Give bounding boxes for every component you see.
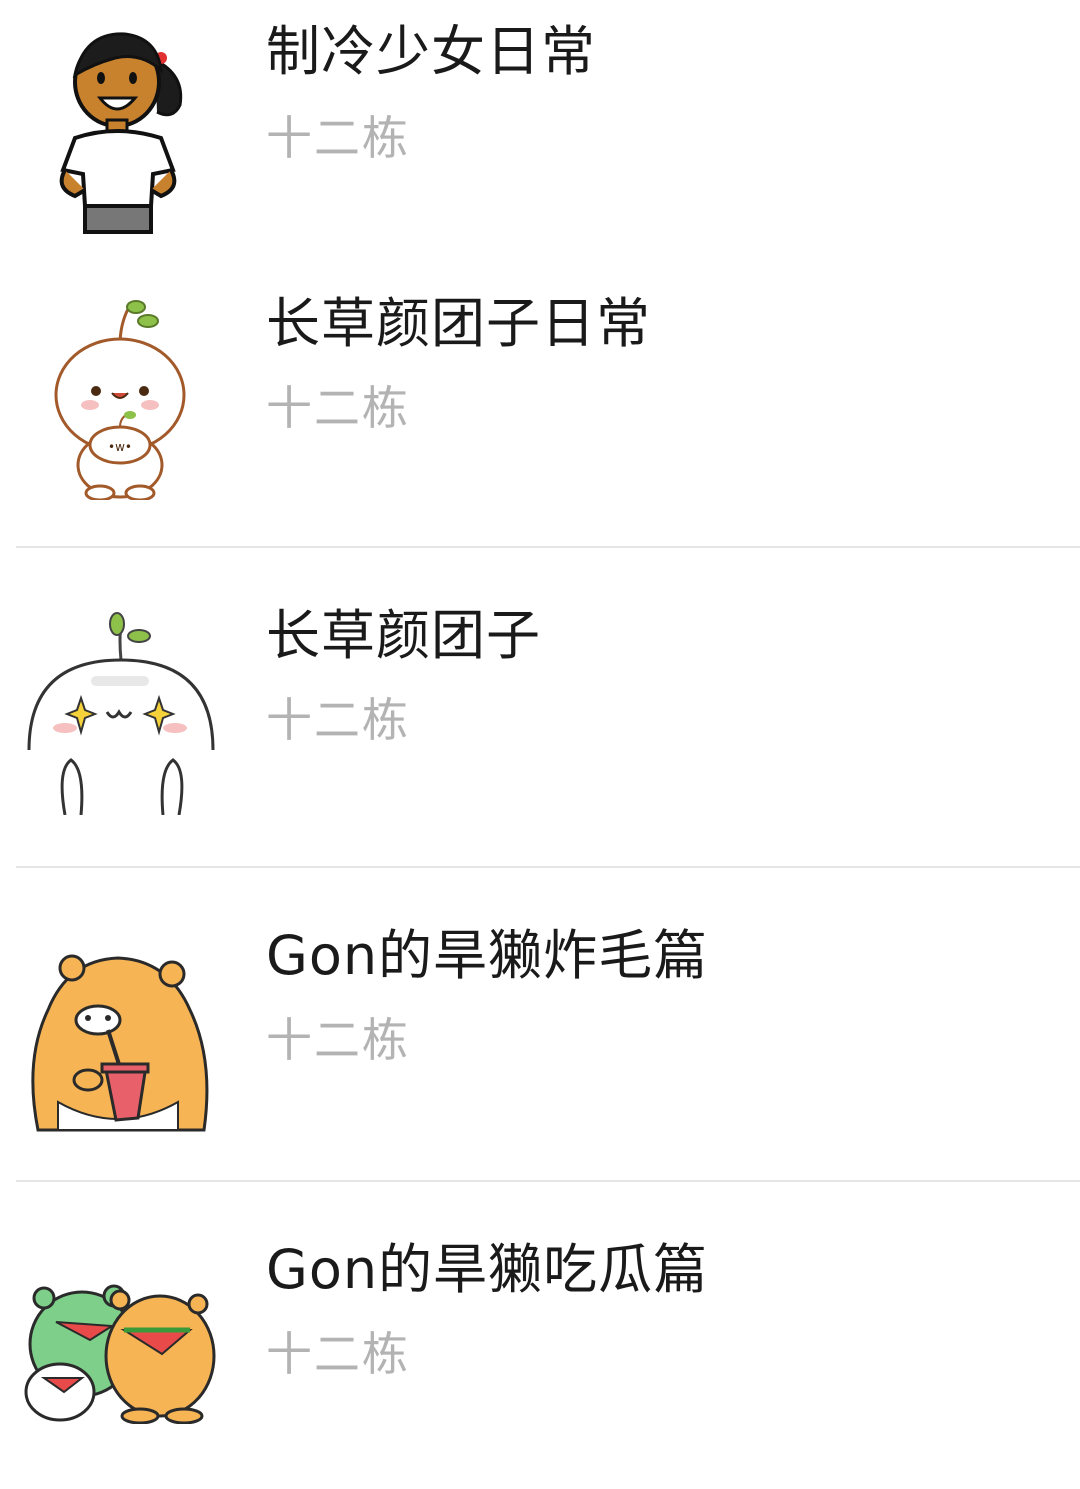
list-item[interactable]: 长草颜团子 十二栋	[0, 550, 1080, 868]
sticker-pack-author: 十二栋	[266, 693, 410, 747]
list-item[interactable]: Gon的旱獭吃瓜篇 十二栋	[0, 1184, 1080, 1489]
sticker-pack-title: Gon的旱獭炸毛篇	[266, 924, 709, 987]
sticker-pack-title: 长草颜团子	[266, 604, 541, 667]
sticker-pack-title: 制冷少女日常	[266, 20, 596, 83]
divider	[16, 866, 1080, 868]
list-item[interactable]: Gon的旱獭炸毛篇 十二栋	[0, 870, 1080, 1182]
sticker-pack-author: 十二栋	[266, 1327, 410, 1381]
divider	[16, 546, 1080, 548]
list-item[interactable]: 制冷少女日常 十二栋	[0, 0, 1080, 240]
list-item[interactable]: •w• 长草颜团子日常 十二栋	[0, 240, 1080, 548]
svg-text:•w•: •w•	[108, 440, 132, 454]
divider	[16, 1180, 1080, 1182]
sticker-pack-title: 长草颜团子日常	[266, 292, 651, 355]
sticker-pack-title: Gon的旱獭吃瓜篇	[266, 1238, 709, 1301]
sticker-pack-author: 十二栋	[266, 1013, 410, 1067]
sticker-marmot-watermelon-icon	[20, 1274, 220, 1424]
sticker-sprout-dumpling-icon: •w•	[50, 295, 190, 500]
sticker-pack-author: 十二栋	[266, 381, 410, 435]
sticker-girl-icon	[45, 20, 195, 235]
sticker-list: 制冷少女日常 十二栋 •w• 长草颜团子日常 十二栋 长草颜团子 十二栋 Gon…	[0, 0, 1080, 1489]
sticker-marmot-drink-icon	[18, 940, 220, 1135]
sticker-pack-author: 十二栋	[266, 111, 410, 165]
sticker-sprout-dumpling-sparkle-icon	[25, 610, 220, 815]
